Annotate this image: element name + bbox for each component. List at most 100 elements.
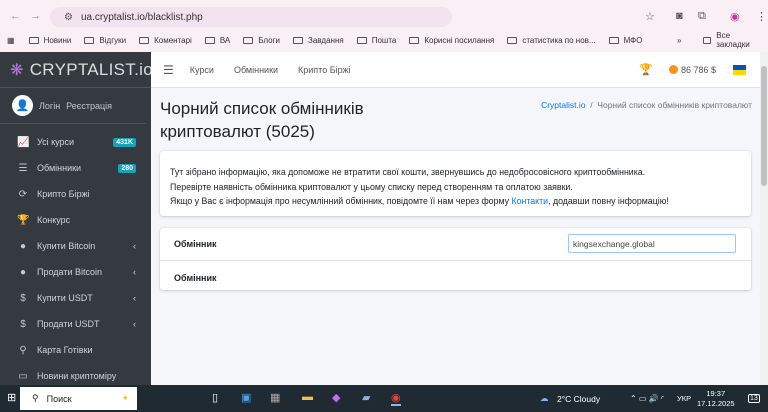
nav-link-exchanges[interactable]: Крипто Біржі bbox=[298, 65, 351, 75]
forward-icon[interactable]: → bbox=[30, 10, 41, 22]
page-title: Чорний список обмінників криптовалют (50… bbox=[160, 99, 364, 141]
bitcoin-icon: ● bbox=[19, 266, 27, 278]
all-bookmarks[interactable]: Все закладки bbox=[703, 31, 755, 49]
column-label: Обмінник bbox=[174, 272, 217, 283]
chevron-left-icon[interactable]: ‹ bbox=[133, 293, 136, 303]
nav-link-exchangers[interactable]: Обмінники bbox=[234, 65, 278, 75]
contacts-link[interactable]: Контакти bbox=[511, 196, 548, 206]
menu-icon[interactable]: ⋮ bbox=[756, 10, 767, 23]
chevron-left-icon[interactable]: ‹ bbox=[133, 241, 136, 251]
file-explorer-icon[interactable]: ▬ bbox=[302, 391, 313, 403]
dollar-icon: $ bbox=[20, 318, 26, 330]
profile-icon[interactable]: ◉ bbox=[730, 10, 740, 23]
bookmark[interactable]: Блоги bbox=[243, 36, 280, 45]
sidebar-item[interactable]: ☰ Обмінники 280 bbox=[0, 155, 151, 181]
windows-start-icon[interactable]: ⊞ bbox=[7, 391, 16, 404]
taskbar-search[interactable]: ⚲ Поиск ✦ bbox=[20, 387, 137, 410]
chrome-icon[interactable]: ◉ bbox=[391, 391, 401, 406]
info-text: Якщо у Вас є інформація про несумлінний … bbox=[170, 196, 512, 206]
sidebar-item[interactable]: ⚲ Карта Готівки bbox=[0, 337, 151, 363]
bookmark[interactable]: МФО bbox=[608, 36, 642, 45]
login-link[interactable]: Логін bbox=[39, 101, 60, 111]
folder-icon bbox=[243, 36, 254, 44]
time: 19:37 bbox=[706, 389, 726, 398]
apps-icon[interactable]: ▦ bbox=[7, 36, 15, 45]
bookmark[interactable]: Відгуки bbox=[84, 36, 126, 45]
site-info-icon[interactable]: ⚙ bbox=[64, 12, 73, 23]
folder-icon bbox=[204, 36, 215, 44]
star-icon[interactable]: ☆ bbox=[645, 10, 655, 23]
table-header: Обмінник bbox=[160, 228, 751, 261]
register-link[interactable]: Реєстрація bbox=[66, 101, 112, 111]
filter-input[interactable] bbox=[568, 234, 736, 253]
sidebar-item-label: Новини криптоміру bbox=[37, 371, 117, 381]
folder-icon bbox=[356, 36, 367, 44]
brand-logo[interactable]: ❋ CRYPTALIST.io bbox=[0, 52, 153, 88]
folder-icon bbox=[507, 36, 518, 44]
hamburger-icon[interactable]: ☰ bbox=[163, 63, 174, 77]
bookmark[interactable]: ВА bbox=[204, 36, 230, 45]
bookmark[interactable]: Корисні посилання bbox=[409, 36, 494, 45]
weather-text[interactable]: 2°C Cloudy bbox=[557, 394, 600, 404]
more-bookmarks-icon[interactable]: » bbox=[677, 36, 681, 45]
sidebar-item[interactable]: $ Купити USDT ‹ bbox=[0, 285, 151, 311]
bookmark[interactable]: статистика по нов... bbox=[507, 35, 596, 45]
user-panel: 👤 Логін Реєстрація bbox=[0, 88, 146, 124]
sidebar-item[interactable]: 📈 Усі курси 431K bbox=[0, 129, 151, 155]
back-icon[interactable]: ← bbox=[10, 10, 21, 22]
copilot-sparkle-icon: ✦ bbox=[121, 393, 129, 403]
app-icon[interactable]: ▰ bbox=[362, 391, 370, 404]
copilot-icon[interactable]: ◆ bbox=[332, 391, 340, 404]
bookmark-label: статистика по нов... bbox=[522, 35, 596, 45]
store-icon[interactable]: ▣ bbox=[241, 391, 251, 404]
task-view-icon[interactable]: ▯ bbox=[212, 391, 218, 404]
chevron-left-icon[interactable]: ‹ bbox=[133, 267, 136, 277]
camera-icon[interactable]: ◙ bbox=[676, 10, 683, 22]
weather-icon[interactable]: ☁ bbox=[540, 393, 549, 404]
date: 17.12.2025 bbox=[697, 399, 735, 408]
scrollbar[interactable] bbox=[760, 52, 768, 385]
notifications-icon[interactable]: 13 bbox=[748, 394, 760, 403]
chevron-left-icon[interactable]: ‹ bbox=[133, 319, 136, 329]
sidebar-item[interactable]: 🏆 Конкурс bbox=[0, 207, 151, 233]
bookmark[interactable]: Пошта bbox=[356, 36, 396, 45]
language-indicator[interactable]: УКР bbox=[677, 394, 691, 403]
map-marker-icon: ⚲ bbox=[19, 344, 27, 356]
breadcrumb: Cryptalist.io / Чорний список обмінників… bbox=[541, 100, 752, 110]
ukraine-flag-icon[interactable] bbox=[733, 64, 746, 75]
calculator-icon[interactable]: ▦ bbox=[270, 391, 280, 404]
tray-icons[interactable]: ⌃ ▭ 🔊 ◜ bbox=[630, 394, 664, 403]
balance[interactable]: 86 786 $ bbox=[669, 65, 716, 75]
folder-icon bbox=[139, 36, 150, 44]
bookmark-label: Блоги bbox=[258, 35, 280, 45]
clock[interactable]: 19:37 17.12.2025 bbox=[697, 389, 735, 409]
address-bar[interactable]: ⚙ ua.cryptalist.io/blacklist.php bbox=[50, 7, 452, 27]
sidebar-item[interactable]: ● Продати Bitcoin ‹ bbox=[0, 259, 151, 285]
folder-icon bbox=[84, 36, 95, 44]
bitcoin-icon: ● bbox=[19, 240, 27, 252]
bookmark[interactable]: Новини bbox=[28, 36, 71, 45]
folder-icon bbox=[703, 36, 712, 44]
info-card: Тут зібрано інформацію, яка допоможе не … bbox=[160, 151, 751, 216]
sidebar-item[interactable]: $ Продати USDT ‹ bbox=[0, 311, 151, 337]
nav-link-rates[interactable]: Курси bbox=[190, 65, 214, 75]
table-row: Обмінник bbox=[160, 261, 751, 294]
column-header: Обмінник bbox=[174, 239, 217, 249]
info-text: Перевірте наявність обмінника криптовалю… bbox=[170, 181, 573, 192]
bookmark-label: Відгуки bbox=[99, 35, 127, 45]
blacklist-table: Обмінник Обмінник bbox=[160, 228, 751, 290]
bookmark[interactable]: Завдання bbox=[292, 36, 344, 45]
scrollbar-thumb[interactable] bbox=[761, 66, 767, 186]
sidebar-item[interactable]: ⟳ Крипто Біржі bbox=[0, 181, 151, 207]
folder-icon bbox=[28, 36, 39, 44]
extensions-icon[interactable]: ⧉ bbox=[698, 10, 706, 23]
breadcrumb-home[interactable]: Cryptalist.io bbox=[541, 100, 585, 110]
folder-icon bbox=[608, 36, 619, 44]
count-badge: 280 bbox=[118, 163, 136, 173]
sidebar-item-label: Купити Bitcoin bbox=[37, 241, 96, 251]
trophy-icon[interactable]: 🏆 bbox=[639, 63, 653, 76]
sidebar-item-label: Крипто Біржі bbox=[37, 189, 90, 199]
bookmark[interactable]: Коментарі bbox=[139, 36, 192, 45]
sidebar-item[interactable]: ● Купити Bitcoin ‹ bbox=[0, 233, 151, 259]
sync-icon: ⟳ bbox=[18, 188, 28, 200]
